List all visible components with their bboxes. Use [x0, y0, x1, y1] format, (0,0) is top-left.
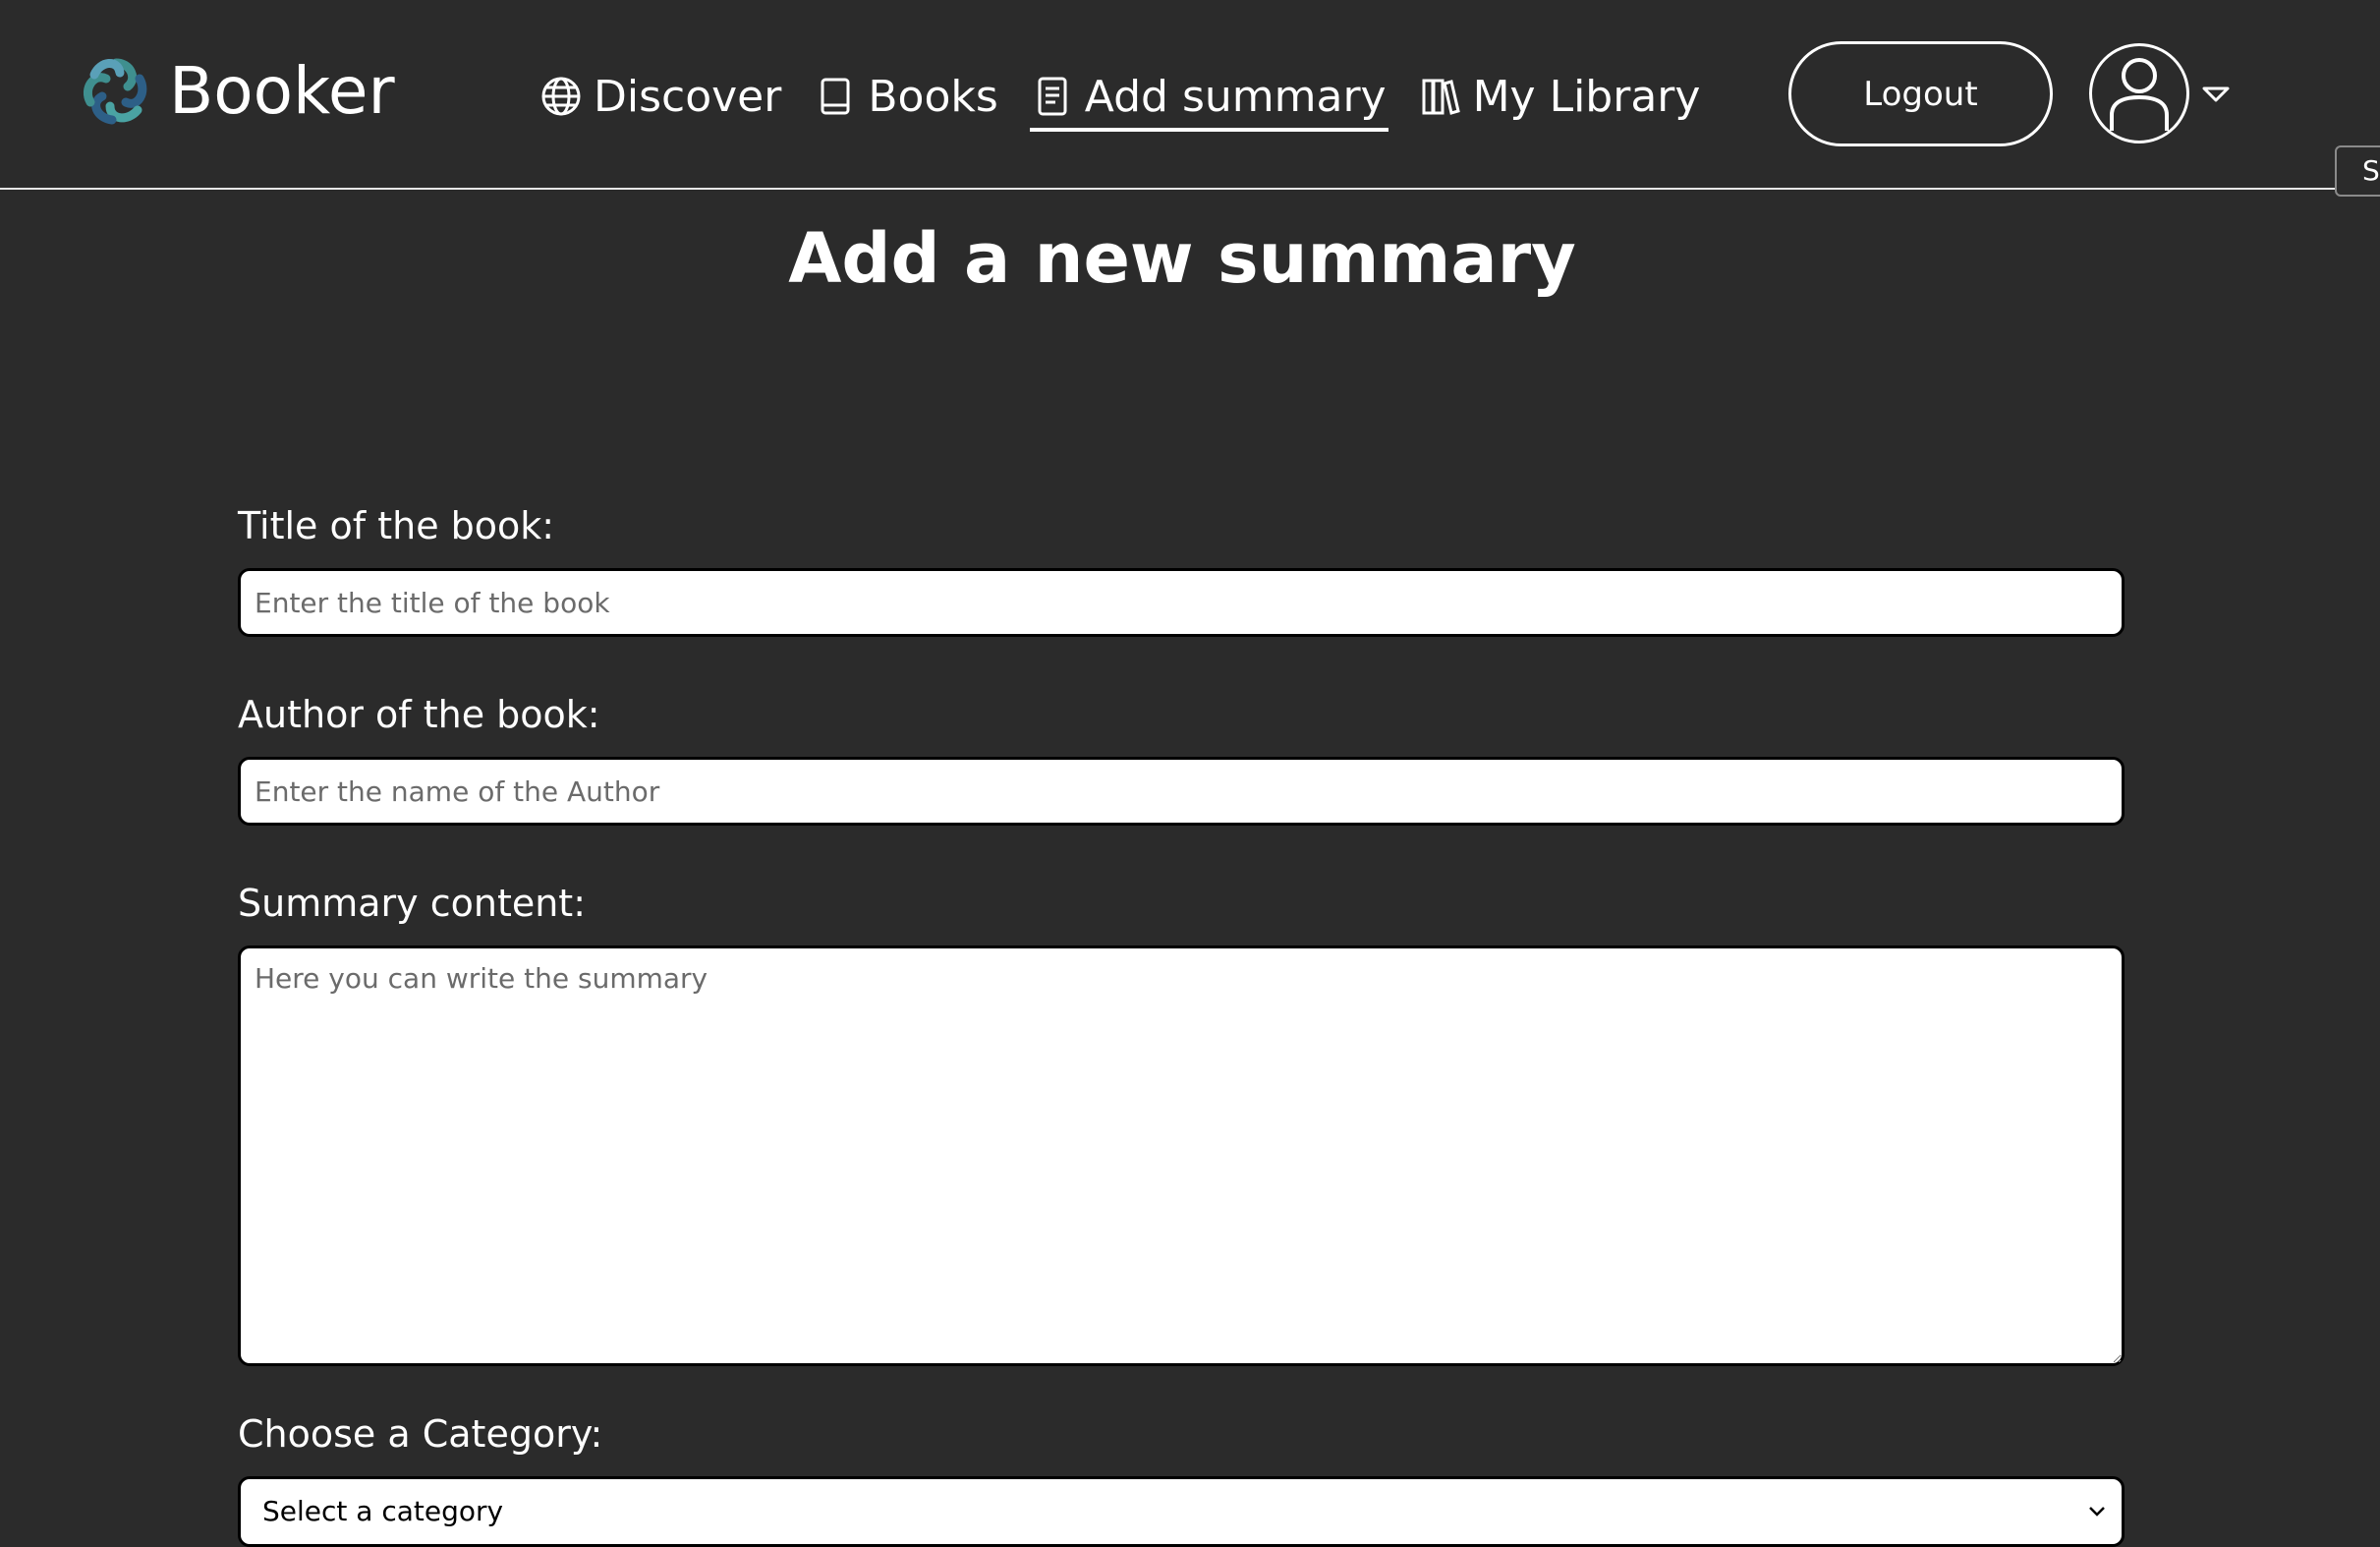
book-icon: [821, 78, 850, 115]
author-label: Author of the book:: [238, 693, 600, 736]
page-title: Add a new summary: [788, 218, 1576, 299]
user-avatar[interactable]: [2089, 43, 2189, 143]
nav-item-discover[interactable]: Discover: [538, 62, 783, 131]
nav-item-label: Discover: [594, 71, 782, 122]
logout-button[interactable]: Logout: [1788, 41, 2053, 146]
globe-icon: [541, 77, 581, 116]
category-select[interactable]: Select a category: [238, 1476, 2125, 1547]
category-selected-value: Select a category: [262, 1495, 504, 1527]
brand-logo[interactable]: Booker: [77, 51, 395, 130]
summary-label: Summary content:: [238, 882, 587, 925]
author-input[interactable]: [238, 757, 2125, 826]
title-label: Title of the book:: [238, 504, 555, 547]
top-navbar: Booker Discover Books Add summary My Lib…: [0, 0, 2380, 197]
chevron-down-icon: [2089, 1507, 2105, 1517]
add-summary-form: Title of the book: Author of the book: S…: [238, 501, 2125, 1547]
document-icon: [1038, 77, 1067, 116]
summary-textarea[interactable]: [238, 945, 2125, 1366]
nav-item-add-summary[interactable]: Add summary: [1029, 61, 1388, 132]
category-label: Choose a Category:: [238, 1412, 603, 1456]
booker-logo-icon: [83, 58, 147, 125]
brand-name: Booker: [169, 52, 395, 129]
nav-item-label: My Library: [1472, 71, 1701, 122]
nav-item-my-library[interactable]: My Library: [1418, 62, 1703, 131]
side-panel-tab[interactable]: S: [2335, 145, 2380, 197]
nav-item-books[interactable]: Books: [813, 62, 999, 131]
library-icon: [1422, 79, 1460, 115]
nav-item-label: Add summary: [1084, 71, 1387, 122]
book-title-input[interactable]: [238, 568, 2125, 637]
chevron-down-icon[interactable]: [2201, 85, 2231, 104]
user-icon: [2110, 58, 2169, 131]
nav-item-label: Books: [868, 71, 998, 122]
main-nav: Discover Books Add summary My Library: [538, 61, 1731, 132]
